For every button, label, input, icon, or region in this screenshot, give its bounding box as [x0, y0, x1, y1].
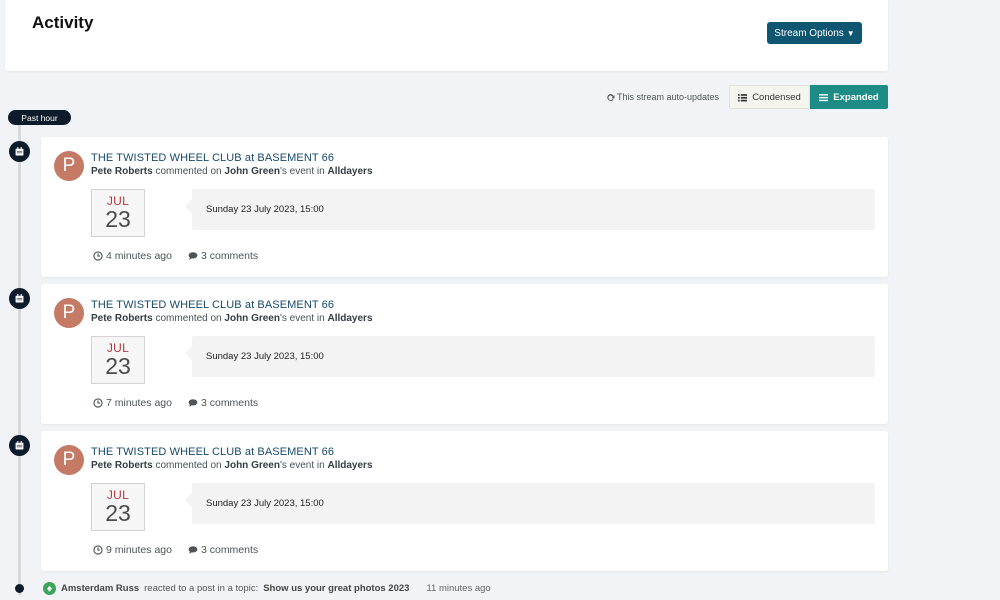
event-title-link[interactable]: THE TWISTED WHEEL CLUB at BASEMENT 66 [91, 446, 334, 458]
clock-icon [93, 251, 103, 261]
clock-icon [93, 545, 103, 555]
stream-options-label: Stream Options [774, 27, 844, 39]
event-meta: Pete Roberts commented on John Green's e… [91, 166, 373, 177]
event-date-full: Sunday 23 July 2023, 15:00 [185, 483, 875, 524]
avatar[interactable]: P [54, 445, 84, 475]
stream-options-button[interactable]: Stream Options ▼ [767, 22, 862, 44]
actor-link[interactable]: Pete Roberts [91, 313, 153, 324]
avatar[interactable]: P [54, 151, 84, 181]
clock-icon [93, 398, 103, 408]
comments-count: 3 comments [200, 397, 259, 409]
view-toggle: Condensed Expanded [729, 85, 888, 109]
event-footer: 7 minutes ago 3 comments [93, 397, 258, 409]
auto-updates-text: This stream auto-updates [617, 92, 720, 102]
list-icon [738, 93, 748, 101]
actor-link[interactable]: Amsterdam Russ [61, 583, 139, 594]
actor-link[interactable]: Pete Roberts [91, 166, 153, 177]
time-ago: 4 minutes ago [106, 250, 172, 262]
event-time: 9 minutes ago [93, 544, 172, 556]
date-day: 23 [105, 500, 131, 526]
event-footer: 9 minutes ago 3 comments [93, 544, 258, 556]
event-time: 4 minutes ago [93, 250, 172, 262]
date-day: 23 [105, 353, 131, 379]
action-text: commented on [155, 460, 222, 471]
timeline-line [18, 125, 21, 595]
action-text: commented on [155, 166, 222, 177]
comment-icon [188, 546, 198, 554]
date-day: 23 [105, 206, 131, 232]
owner-suffix: 's event in [279, 166, 325, 177]
owner-suffix: 's event in [279, 460, 325, 471]
comments-link[interactable]: 3 comments [188, 250, 258, 262]
calendar-marker-icon [9, 435, 30, 456]
upvote-reaction-icon [43, 582, 56, 595]
time-ago: 9 minutes ago [106, 544, 172, 556]
event-date-block: JUL 23 [91, 483, 145, 531]
event-date-block: JUL 23 [91, 189, 145, 237]
comments-count: 3 comments [200, 544, 259, 556]
calendar-link[interactable]: Alldayers [327, 460, 372, 471]
auto-updates-notice: This stream auto-updates [606, 92, 719, 102]
event-title-link[interactable]: THE TWISTED WHEEL CLUB at BASEMENT 66 [91, 299, 334, 311]
time-ago: 7 minutes ago [106, 397, 172, 409]
condensed-activity-item: Amsterdam Russ reacted to a post in a to… [43, 582, 491, 595]
event-date-full: Sunday 23 July 2023, 15:00 [185, 189, 875, 230]
calendar-link[interactable]: Alldayers [327, 166, 372, 177]
comments-link[interactable]: 3 comments [188, 544, 258, 556]
actor-link[interactable]: Pete Roberts [91, 460, 153, 471]
calendar-marker-icon [9, 141, 30, 162]
timeline-section-label: Past hour [8, 110, 71, 125]
event-date-full: Sunday 23 July 2023, 15:00 [185, 336, 875, 377]
owner-link[interactable]: John Green [224, 460, 280, 471]
comments-count: 3 comments [200, 250, 259, 262]
bars-icon [819, 93, 829, 101]
owner-link[interactable]: John Green [224, 166, 280, 177]
comments-link[interactable]: 3 comments [188, 397, 258, 409]
caret-down-icon: ▼ [846, 28, 855, 38]
comment-icon [188, 252, 198, 260]
calendar-marker-icon [9, 288, 30, 309]
page-title: Activity [32, 13, 94, 32]
timeline-dot [15, 584, 24, 593]
event-date-block: JUL 23 [91, 336, 145, 384]
action-text: reacted to a post in a topic: [144, 583, 259, 594]
event-title-link[interactable]: THE TWISTED WHEEL CLUB at BASEMENT 66 [91, 152, 334, 164]
event-meta: Pete Roberts commented on John Green's e… [91, 313, 373, 324]
refresh-icon [607, 93, 615, 101]
calendar-link[interactable]: Alldayers [327, 313, 372, 324]
event-meta: Pete Roberts commented on John Green's e… [91, 460, 373, 471]
activity-event-card: P THE TWISTED WHEEL CLUB at BASEMENT 66 … [41, 284, 888, 424]
page-header: Activity Stream Options ▼ [5, 0, 888, 71]
owner-link[interactable]: John Green [224, 313, 280, 324]
topic-link[interactable]: Show us your great photos 2023 [263, 583, 409, 594]
time-ago: 11 minutes ago [426, 583, 491, 594]
activity-event-card: P THE TWISTED WHEEL CLUB at BASEMENT 66 … [41, 431, 888, 571]
activity-event-card: P THE TWISTED WHEEL CLUB at BASEMENT 66 … [41, 137, 888, 277]
condensed-view-button[interactable]: Condensed [729, 85, 810, 109]
event-footer: 4 minutes ago 3 comments [93, 250, 258, 262]
owner-suffix: 's event in [279, 313, 325, 324]
avatar[interactable]: P [54, 298, 84, 328]
event-time: 7 minutes ago [93, 397, 172, 409]
expanded-view-button[interactable]: Expanded [810, 85, 888, 109]
condensed-label: Condensed [752, 91, 801, 103]
action-text: commented on [155, 313, 222, 324]
expanded-label: Expanded [833, 91, 879, 103]
comment-icon [188, 399, 198, 407]
